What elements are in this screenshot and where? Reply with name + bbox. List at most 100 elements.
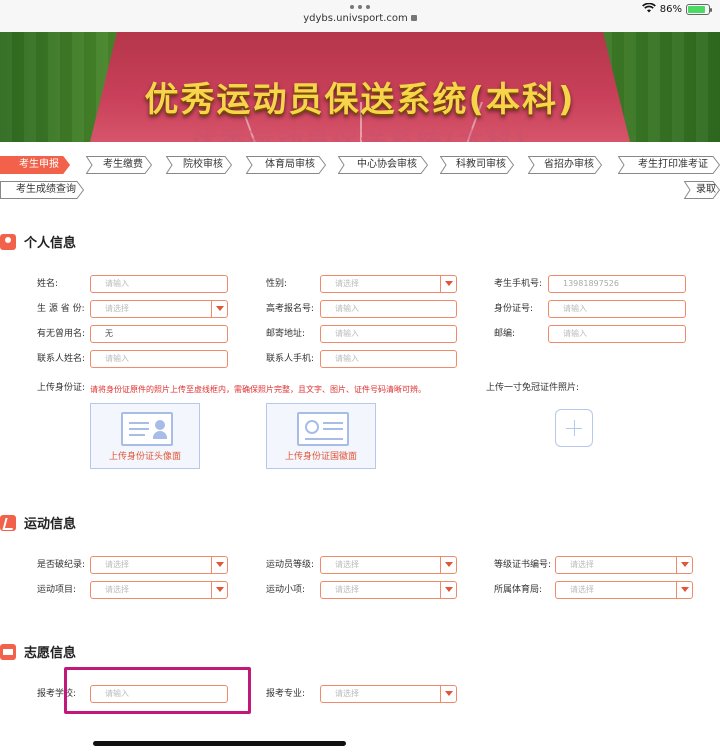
cert-label: 等级证书编号: [494, 560, 552, 570]
address-label: 邮寄地址: [266, 329, 306, 339]
step-tab[interactable]: 中心协会审核 [338, 156, 428, 174]
wifi-icon [641, 2, 656, 16]
section-sports-title: 运动信息 [0, 513, 76, 532]
chevron-down-icon [440, 276, 456, 292]
step-tab-label: 体育局审核 [265, 159, 315, 170]
person-icon [0, 233, 16, 250]
step-tab[interactable]: 考生缴费 [86, 156, 152, 174]
lock-icon [410, 15, 417, 21]
sub-event-select[interactable]: 请选择 [320, 581, 457, 599]
zip-label: 邮编: [494, 329, 516, 339]
id-card-front-icon [121, 412, 173, 446]
section-personal-title: 个人信息 [0, 232, 76, 251]
school-field-highlight [64, 667, 251, 714]
step-tab[interactable]: 考生申报 [0, 156, 70, 174]
battery-icon [686, 4, 712, 15]
major-select-value: 请选择 [335, 689, 359, 698]
chevron-down-icon [211, 557, 227, 573]
former-name-input[interactable]: 无 [90, 325, 228, 343]
cert-select[interactable]: 请选择 [555, 556, 693, 574]
contact-phone-label: 联系人手机: [266, 354, 315, 364]
step-tab-label: 考生成绩查询 [16, 184, 76, 195]
home-indicator[interactable] [93, 741, 346, 746]
step-tab-label: 科教司审核 [456, 159, 506, 170]
step-tab-label: 考生缴费 [103, 159, 143, 170]
contact-phone-input[interactable]: 请输入 [320, 350, 457, 368]
process-steps: 考生申报 考生缴费 院校审核 体育局审核 中心协会审核 科教司审核 省招办审核 考生打印准考证… [0, 156, 720, 200]
banner-title: 优秀运动员保送系统(本科) [144, 80, 576, 120]
level-select-value: 请选择 [335, 560, 359, 569]
event-label: 运动项目: [37, 585, 77, 595]
idcard-input[interactable]: 请输入 [548, 300, 686, 318]
idcard-label: 身份证号: [494, 304, 534, 314]
upload-notice: 请将身份证原件的照片上传至虚线框内，需确保照片完整，且文字、图片、证件号码清晰可… [90, 385, 426, 394]
more-dots-icon[interactable] [350, 5, 370, 9]
chevron-down-icon [440, 557, 456, 573]
step-tab-label: 中心协会审核 [357, 159, 417, 170]
name-label: 姓名: [37, 279, 59, 289]
bureau-select[interactable]: 请选择 [555, 581, 693, 599]
section-wish-title: 志愿信息 [0, 642, 76, 661]
upload-id-label: 上传身份证: [37, 383, 86, 393]
step-tab-label: 考生申报 [19, 159, 59, 170]
upload-photo-plus-button[interactable] [555, 409, 593, 447]
gender-select[interactable]: 请选择 [320, 275, 457, 293]
sub-event-select-value: 请选择 [335, 585, 359, 594]
level-label: 运动员等级: [266, 560, 315, 570]
chevron-down-icon [440, 686, 456, 702]
step-tab-label: 院校审核 [183, 159, 223, 170]
step-tab[interactable]: 录取 [684, 181, 720, 199]
bureau-label: 所属体育局: [494, 585, 543, 595]
flag-icon [0, 643, 16, 660]
status-indicators: 86% [641, 2, 712, 16]
sub-event-label: 运动小项: [266, 585, 306, 595]
zip-input[interactable]: 请输入 [548, 325, 686, 343]
upload-id-front-button[interactable]: 上传身份证头像面 [90, 403, 200, 469]
banner-title-reflection: 优秀运动员保送系统(本科) [0, 122, 720, 142]
step-tab[interactable]: 考生成绩查询 [0, 181, 84, 199]
record-label: 是否破纪录: [37, 560, 86, 570]
url-bar[interactable]: ydybs.univsport.com [0, 13, 720, 24]
step-tab-label: 省招办审核 [544, 159, 594, 170]
step-tab[interactable]: 科教司审核 [440, 156, 514, 174]
province-select[interactable]: 请选择 [90, 300, 228, 318]
address-input[interactable]: 请输入 [320, 325, 457, 343]
major-label: 报考专业: [266, 689, 306, 699]
runner-icon [0, 514, 16, 531]
province-select-value: 请选择 [105, 304, 129, 313]
contact-name-label: 联系人姓名: [37, 354, 86, 364]
step-tab[interactable]: 体育局审核 [246, 156, 326, 174]
level-select[interactable]: 请选择 [320, 556, 457, 574]
exam-no-input[interactable]: 请输入 [320, 300, 457, 318]
name-input[interactable]: 请输入 [90, 275, 228, 293]
major-select[interactable]: 请选择 [320, 685, 457, 703]
chevron-down-icon [211, 582, 227, 598]
step-tab[interactable]: 考生打印准考证 [618, 156, 720, 174]
record-select-value: 请选择 [105, 560, 129, 569]
chevron-down-icon [676, 582, 692, 598]
url-text: ydybs.univsport.com [303, 13, 408, 24]
phone-input[interactable]: 13981897526 [548, 275, 686, 293]
id-card-emblem-icon [297, 412, 349, 446]
step-tab[interactable]: 省招办审核 [528, 156, 602, 174]
browser-status-bar: ydybs.univsport.com 86% [0, 0, 720, 32]
step-tab-label: 考生打印准考证 [638, 159, 708, 170]
upload-photo-label: 上传一寸免冠证件照片: [486, 383, 580, 393]
phone-label: 考生手机号: [494, 279, 543, 289]
upload-id-back-button[interactable]: 上传身份证国徽面 [266, 403, 376, 469]
chevron-down-icon [676, 557, 692, 573]
step-tab[interactable]: 院校审核 [166, 156, 232, 174]
step-tab-label: 录取 [696, 184, 716, 195]
cert-select-value: 请选择 [570, 560, 594, 569]
upload-id-front-caption: 上传身份证头像面 [108, 452, 181, 462]
event-select[interactable]: 请选择 [90, 581, 228, 599]
contact-name-input[interactable]: 请输入 [90, 350, 228, 368]
former-name-label: 有无曾用名: [37, 329, 86, 339]
header-banner: 优秀运动员保送系统(本科) 优秀运动员保送系统(本科) [0, 32, 720, 142]
gender-select-value: 请选择 [335, 279, 359, 288]
event-select-value: 请选择 [105, 585, 129, 594]
record-select[interactable]: 请选择 [90, 556, 228, 574]
chevron-down-icon [440, 582, 456, 598]
section-sports-label: 运动信息 [24, 517, 77, 532]
gender-label: 性别: [266, 279, 288, 289]
